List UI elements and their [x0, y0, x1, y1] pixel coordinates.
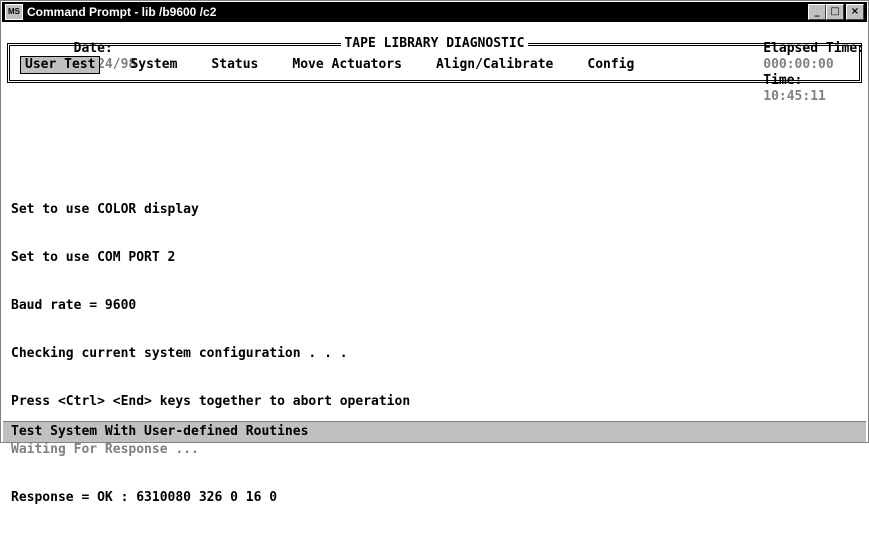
console-output: Set to use COLOR display Set to use COM …	[11, 170, 410, 538]
help-status-bar: Test System With User-defined Routines	[3, 421, 866, 442]
menu-item-config[interactable]: Config	[583, 56, 638, 74]
menu-item-align-calibrate[interactable]: Align/Calibrate	[432, 56, 557, 74]
menu-item-status[interactable]: Status	[207, 56, 262, 74]
output-line: Set to use COLOR display	[11, 202, 199, 217]
console-area[interactable]: Date: 07/24/98 Elapsed Time: 000:00:00 T…	[2, 22, 867, 505]
output-line-waiting: Waiting For Response ...	[11, 442, 199, 457]
console-window: MS Command Prompt - lib /b9600 /c2 _ □ ×…	[0, 0, 869, 505]
time-value: 10:45:11	[763, 89, 826, 104]
menu-frame: TAPE LIBRARY DIAGNOSTIC User Test System…	[7, 36, 862, 83]
output-line-response: Response = OK : 6310080 326 0 16 0	[11, 490, 278, 505]
maximize-icon: □	[830, 6, 840, 17]
close-button[interactable]: ×	[846, 4, 864, 20]
output-line: Press <Ctrl> <End> keys together to abor…	[11, 394, 411, 409]
menu-item-user-test[interactable]: User Test	[20, 56, 101, 74]
window-title: Command Prompt - lib /b9600 /c2	[27, 5, 217, 19]
menu-item-system[interactable]: System	[126, 56, 181, 74]
menu-item-move-actuators[interactable]: Move Actuators	[288, 56, 406, 74]
frame-title: TAPE LIBRARY DIAGNOSTIC	[341, 36, 528, 51]
minimize-button[interactable]: _	[808, 4, 826, 20]
title-bar[interactable]: MS Command Prompt - lib /b9600 /c2 _ □ ×	[2, 2, 867, 22]
command-prompt-icon[interactable]: MS	[5, 4, 23, 20]
output-line: Set to use COM PORT 2	[11, 250, 176, 265]
output-line: Checking current system configuration . …	[11, 346, 348, 361]
minimize-icon: _	[814, 6, 820, 17]
maximize-button[interactable]: □	[826, 4, 844, 20]
output-line: Baud rate = 9600	[11, 298, 137, 313]
close-icon: ×	[850, 6, 860, 17]
menu-bar: User Test System Status Move Actuators A…	[20, 56, 664, 74]
